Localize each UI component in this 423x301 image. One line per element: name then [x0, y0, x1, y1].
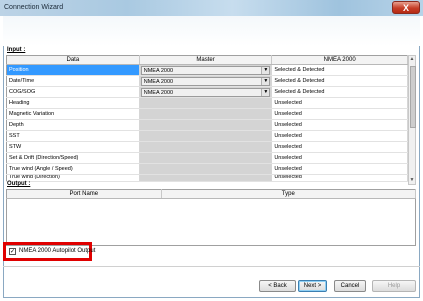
- status-cell: Selected & Detected: [271, 75, 408, 87]
- master-select-value: NMEA 2000: [143, 78, 174, 85]
- status-cell: Selected & Detected: [271, 86, 408, 98]
- table-row[interactable]: True wind (Angle / Speed) Unselected: [6, 163, 408, 175]
- column-header-type[interactable]: Type: [161, 189, 417, 199]
- scroll-up-arrow-icon[interactable]: ▲: [409, 56, 415, 63]
- chevron-down-icon[interactable]: ▼: [261, 66, 270, 74]
- column-header-port-name[interactable]: Port Name: [6, 189, 162, 199]
- help-button[interactable]: Help: [372, 280, 416, 292]
- data-cell[interactable]: Date/Time: [6, 75, 140, 87]
- status-cell: Unselected: [271, 108, 408, 120]
- master-select[interactable]: NMEA 2000 ▼: [140, 65, 271, 75]
- master-cell[interactable]: [139, 174, 273, 182]
- cancel-button[interactable]: Cancel: [334, 280, 366, 292]
- data-cell[interactable]: Set & Drift (Direction/Speed): [6, 152, 140, 164]
- data-cell[interactable]: Position: [6, 64, 140, 76]
- footer-divider: [3, 266, 420, 267]
- back-button[interactable]: < Back: [259, 280, 296, 292]
- table-row[interactable]: Heading Unselected: [6, 97, 408, 109]
- data-cell[interactable]: COG/SOG: [6, 86, 140, 98]
- table-row[interactable]: Magnetic Variation Unselected: [6, 108, 408, 120]
- table-row[interactable]: COG/SOG NMEA 2000 ▼ Selected & Detected: [6, 86, 408, 98]
- autopilot-output-label[interactable]: NMEA 2000 Autopilot Output: [19, 248, 95, 254]
- status-cell: Unselected: [271, 130, 408, 142]
- status-cell: Unselected: [271, 119, 408, 131]
- status-cell: Unselected: [271, 97, 408, 109]
- table-row[interactable]: Depth Unselected: [6, 119, 408, 131]
- table-row[interactable]: STW Unselected: [6, 141, 408, 153]
- master-select[interactable]: NMEA 2000 ▼: [140, 87, 271, 97]
- table-row[interactable]: SST Unselected: [6, 130, 408, 142]
- master-cell[interactable]: [139, 141, 273, 153]
- master-cell[interactable]: [139, 163, 273, 175]
- data-cell[interactable]: Depth: [6, 119, 140, 131]
- column-header-data[interactable]: Data: [6, 55, 140, 65]
- title-bar: Connection Wizard X: [0, 0, 423, 16]
- master-select-value: NMEA 2000: [143, 67, 174, 74]
- output-table: Port Name Type: [6, 189, 417, 246]
- master-cell[interactable]: [139, 119, 273, 131]
- data-cell[interactable]: Heading: [6, 97, 140, 109]
- input-table-scrollbar[interactable]: ▲ ▼: [408, 55, 416, 185]
- table-row[interactable]: Set & Drift (Direction/Speed) Unselected: [6, 152, 408, 164]
- master-cell: NMEA 2000 ▼: [139, 64, 273, 76]
- master-cell[interactable]: [139, 108, 273, 120]
- table-row[interactable]: Position NMEA 2000 ▼ Selected & Detected: [6, 64, 408, 76]
- input-section-label: Input :: [7, 47, 26, 53]
- chevron-down-icon[interactable]: ▼: [261, 88, 270, 96]
- column-header-nmea2000[interactable]: NMEA 2000: [271, 55, 408, 65]
- master-cell[interactable]: [139, 130, 273, 142]
- master-cell: NMEA 2000 ▼: [139, 86, 273, 98]
- scroll-down-arrow-icon[interactable]: ▼: [409, 177, 415, 184]
- close-button[interactable]: X: [392, 1, 420, 14]
- autopilot-output-checkbox[interactable]: ✓: [9, 248, 16, 255]
- status-cell: Unselected: [271, 141, 408, 153]
- scroll-thumb[interactable]: [410, 66, 416, 128]
- input-table: Data Master NMEA 2000 Position NMEA 2000…: [6, 55, 408, 182]
- output-table-empty-area: [7, 199, 416, 246]
- data-cell[interactable]: Magnetic Variation: [6, 108, 140, 120]
- data-cell[interactable]: True wind (Angle / Speed): [6, 163, 140, 175]
- table-row[interactable]: Date/Time NMEA 2000 ▼ Selected & Detected: [6, 75, 408, 87]
- data-cell[interactable]: SST: [6, 130, 140, 142]
- master-select[interactable]: NMEA 2000 ▼: [140, 76, 271, 86]
- chevron-down-icon[interactable]: ▼: [261, 77, 270, 85]
- status-cell: Unselected: [271, 163, 408, 175]
- status-cell: Selected & Detected: [271, 64, 408, 76]
- master-select-value: NMEA 2000: [143, 89, 174, 96]
- column-header-master[interactable]: Master: [139, 55, 273, 65]
- status-cell: Unselected: [271, 152, 408, 164]
- window-title: Connection Wizard: [4, 4, 64, 11]
- master-cell[interactable]: [139, 152, 273, 164]
- data-cell[interactable]: STW: [6, 141, 140, 153]
- next-button[interactable]: Next >: [298, 280, 327, 292]
- autopilot-output-highlight: ✓ NMEA 2000 Autopilot Output: [3, 242, 95, 261]
- table-row[interactable]: True wind (Direction) Unselected: [6, 174, 408, 182]
- output-section-label: Output :: [7, 181, 31, 187]
- status-cell: Unselected: [271, 174, 408, 182]
- master-cell: NMEA 2000 ▼: [139, 75, 273, 87]
- master-cell[interactable]: [139, 97, 273, 109]
- header-banner: [3, 16, 420, 46]
